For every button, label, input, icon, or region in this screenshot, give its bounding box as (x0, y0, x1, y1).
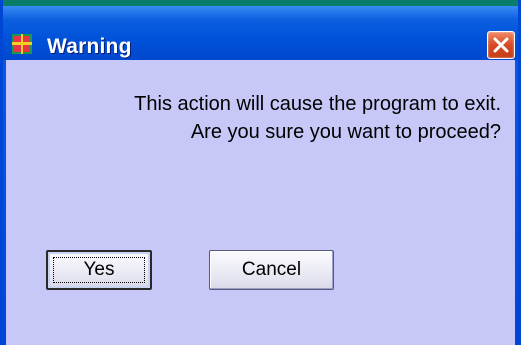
cancel-button-label: Cancel (241, 259, 302, 280)
app-icon (12, 34, 32, 54)
title-bar[interactable]: Warning (3, 0, 518, 60)
warning-dialog: Warning This action will cause the progr… (0, 0, 521, 345)
close-button[interactable] (487, 31, 515, 59)
window-title: Warning (47, 35, 132, 58)
message-line-1: This action will cause the program to ex… (134, 93, 501, 115)
focus-rectangle (53, 257, 145, 283)
message-line-2: Are you sure you want to proceed? (190, 121, 501, 143)
yes-button[interactable]: Yes (46, 250, 152, 290)
cancel-button[interactable]: Cancel (209, 250, 334, 290)
warning-message: This action will cause the program to ex… (3, 90, 501, 146)
close-icon (493, 37, 509, 53)
